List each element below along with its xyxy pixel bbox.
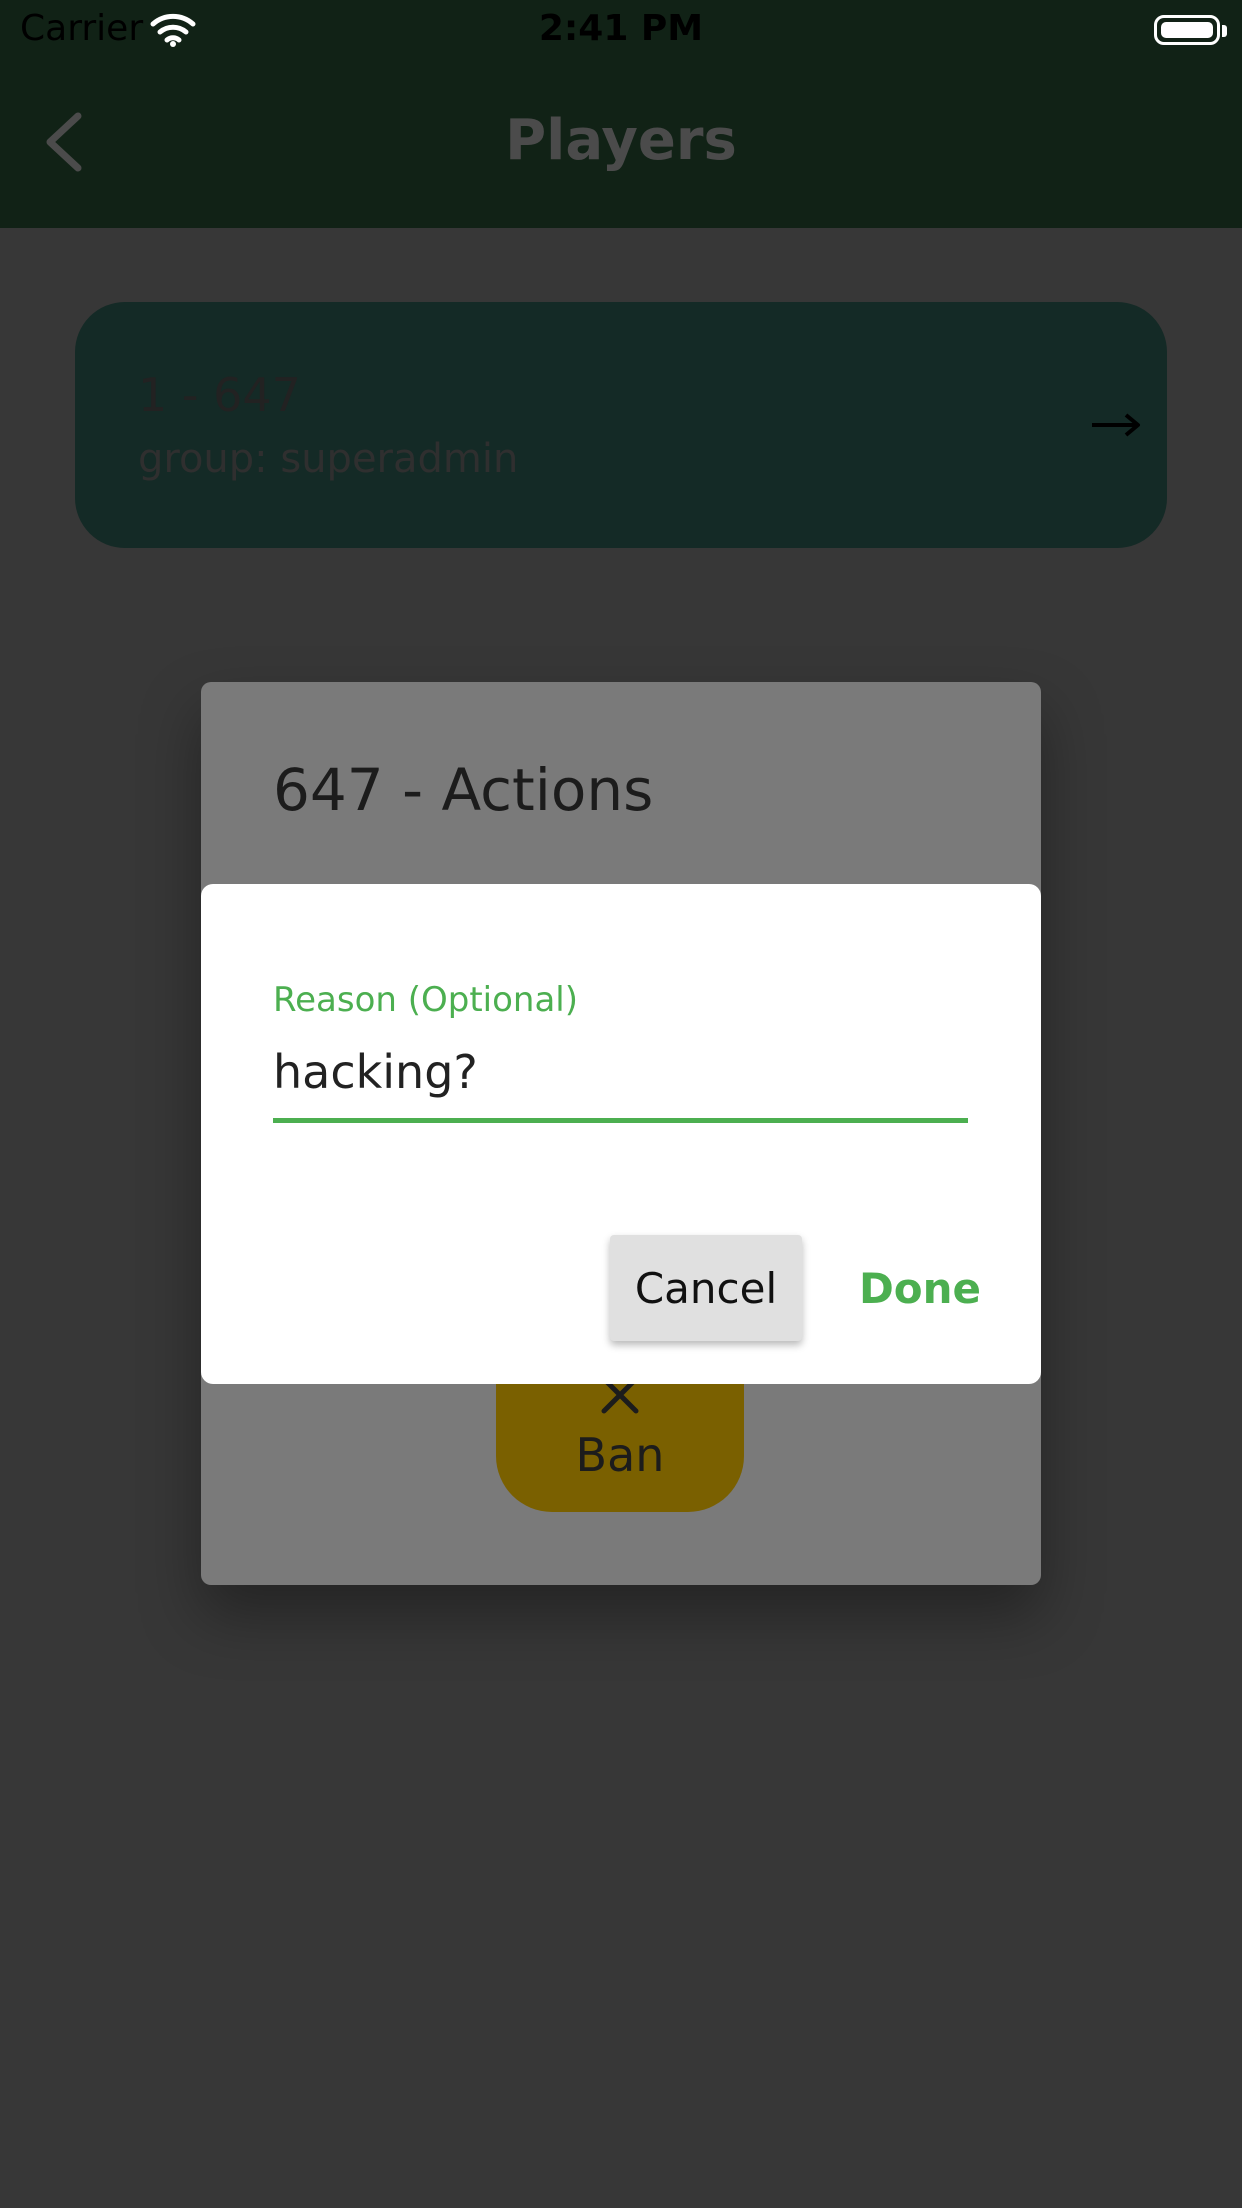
arrow-right-icon xyxy=(1092,413,1140,437)
status-time: 2:41 PM xyxy=(538,8,704,49)
battery-icon xyxy=(1154,15,1220,45)
battery-tip xyxy=(1222,25,1227,37)
done-button[interactable]: Done xyxy=(850,1235,990,1341)
reason-input[interactable] xyxy=(273,1026,968,1123)
cancel-button[interactable]: Cancel xyxy=(610,1235,802,1341)
ban-button-label: Ban xyxy=(575,1428,665,1482)
player-group: group: superadmin xyxy=(138,436,519,482)
player-card[interactable] xyxy=(75,302,1167,548)
page-title: Players xyxy=(505,108,737,173)
reason-field-label: Reason (Optional) xyxy=(273,980,579,1020)
player-name: 1 - 647 xyxy=(138,368,301,422)
actions-dialog-title: 647 - Actions xyxy=(273,756,654,824)
